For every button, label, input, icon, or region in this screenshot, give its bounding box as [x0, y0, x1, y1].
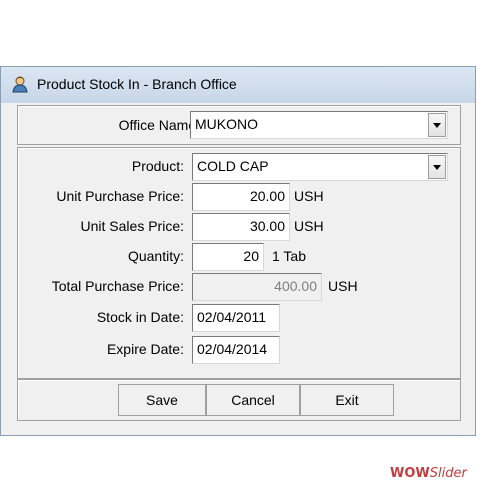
office-name-combo[interactable]: MUKONO [190, 111, 448, 139]
buttons-frame: Save Cancel Exit [17, 379, 461, 421]
expire-date-value: 02/04/2014 [197, 341, 268, 357]
exit-button[interactable]: Exit [300, 384, 394, 416]
stock-in-date-value: 02/04/2011 [197, 309, 267, 325]
chevron-down-icon[interactable] [428, 113, 446, 137]
expire-date-label: Expire Date: [106, 341, 184, 357]
unit-sales-price-currency: USH [294, 218, 324, 234]
watermark-brand: WOW [390, 466, 430, 481]
unit-purchase-price-label: Unit Purchase Price: [56, 188, 184, 204]
product-stock-in-window: Product Stock In - Branch Office Office … [0, 66, 476, 436]
window-title: Product Stock In - Branch Office [37, 76, 237, 92]
stock-in-date-input[interactable]: 02/04/2011 [192, 304, 280, 332]
details-frame: Product: COLD CAP Unit Purchase Price: 2… [17, 147, 461, 379]
office-name-label: Office Name: [118, 117, 200, 133]
user-icon [12, 76, 28, 93]
unit-sales-price-input[interactable]: 30.00 [192, 213, 290, 241]
office-name-value: MUKONO [195, 116, 258, 132]
title-bar: Product Stock In - Branch Office [1, 67, 475, 103]
quantity-value: 20 [243, 248, 259, 264]
office-frame: Office Name: MUKONO [17, 105, 461, 145]
unit-purchase-price-input[interactable]: 20.00 [192, 183, 290, 211]
total-purchase-price-input: 400.00 [192, 273, 322, 301]
total-purchase-price-value: 400.00 [274, 278, 317, 294]
button-row: Save Cancel Exit [118, 384, 408, 416]
watermark-suffix: Slider [429, 466, 467, 481]
total-purchase-price-currency: USH [328, 278, 358, 294]
cancel-button[interactable]: Cancel [206, 384, 300, 416]
quantity-input[interactable]: 20 [192, 243, 264, 271]
quantity-unit: 1 Tab [272, 248, 306, 264]
total-purchase-price-label: Total Purchase Price: [51, 278, 184, 294]
unit-purchase-price-value: 20.00 [249, 188, 285, 204]
unit-purchase-price-currency: USH [294, 188, 324, 204]
save-button[interactable]: Save [118, 384, 206, 416]
quantity-label: Quantity: [127, 248, 184, 264]
watermark-logo: WOWSlider [390, 466, 467, 481]
product-combo[interactable]: COLD CAP [192, 153, 448, 181]
unit-sales-price-value: 30.00 [249, 218, 285, 234]
chevron-down-icon[interactable] [428, 155, 446, 179]
stock-in-date-label: Stock in Date: [96, 309, 184, 325]
expire-date-input[interactable]: 02/04/2014 [192, 336, 280, 364]
product-label: Product: [131, 158, 184, 174]
product-value: COLD CAP [197, 158, 269, 174]
unit-sales-price-label: Unit Sales Price: [80, 218, 184, 234]
